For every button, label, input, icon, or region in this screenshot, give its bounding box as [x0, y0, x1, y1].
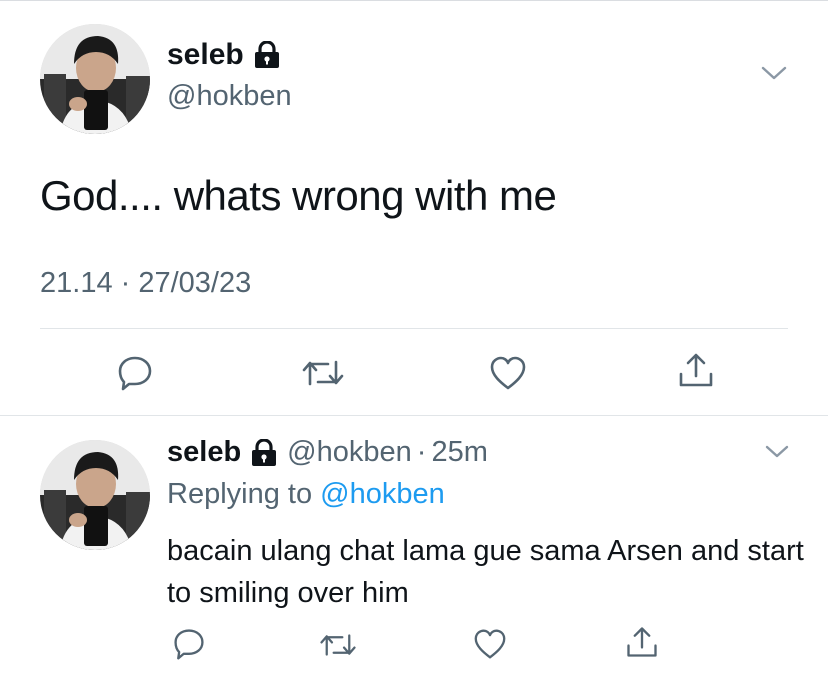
share-icon[interactable] — [624, 624, 660, 660]
handle[interactable]: @hokben — [167, 80, 292, 113]
tweet-text: God.... whats wrong with me — [40, 172, 557, 219]
reply-time[interactable]: 25m — [431, 436, 487, 469]
avatar[interactable] — [40, 24, 150, 134]
timestamp[interactable]: 21.14 · 27/03/23 — [40, 267, 251, 300]
lock-icon — [254, 41, 280, 69]
display-name[interactable]: seleb — [167, 38, 244, 72]
retweet-icon[interactable] — [300, 358, 346, 388]
replying-prefix: Replying to — [167, 478, 313, 510]
separator-dot: · — [416, 436, 427, 468]
like-icon[interactable] — [472, 628, 508, 660]
reply-text: bacain ulang chat lama gue sama Arsen an… — [167, 535, 804, 609]
reply-icon[interactable] — [172, 627, 206, 661]
lock-icon — [251, 438, 277, 467]
replying-mention-link[interactable]: @hokben — [320, 478, 445, 510]
section-divider — [0, 415, 828, 416]
reply-handle[interactable]: @hokben — [287, 436, 412, 469]
divider — [40, 328, 788, 329]
replying-to: Replying to @hokben — [167, 478, 445, 511]
top-divider — [0, 0, 828, 1]
like-icon[interactable] — [488, 355, 528, 391]
display-name-row: seleb — [167, 38, 280, 72]
reply-header: seleb @hokben · 25m — [167, 436, 488, 469]
chevron-down-icon[interactable] — [760, 64, 788, 82]
reply-display-name[interactable]: seleb — [167, 436, 241, 469]
share-icon[interactable] — [676, 350, 716, 390]
reply-icon[interactable] — [116, 354, 154, 392]
chevron-down-icon[interactable] — [764, 444, 790, 460]
retweet-icon[interactable] — [318, 632, 358, 658]
reply-avatar[interactable] — [40, 440, 150, 550]
